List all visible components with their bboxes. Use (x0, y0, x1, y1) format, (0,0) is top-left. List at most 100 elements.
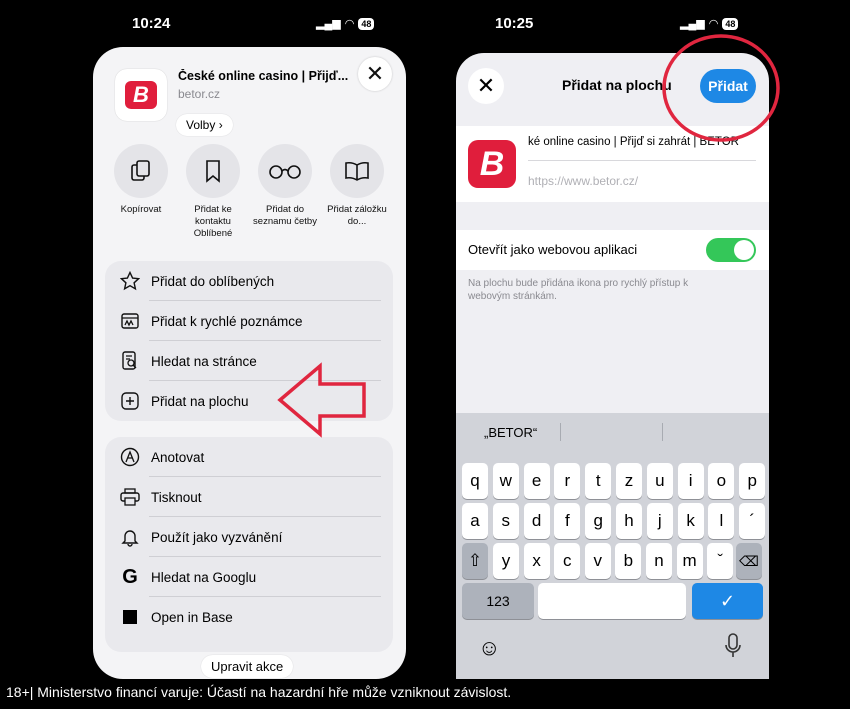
edit-actions-button[interactable]: Upravit akce (201, 655, 294, 678)
battery-icon: 48 (358, 17, 375, 30)
key[interactable]: v (584, 543, 611, 579)
menu-item-label: Přidat k rychlé poznámce (151, 313, 303, 329)
site-icon: B (468, 140, 516, 188)
key[interactable]: h (616, 503, 642, 539)
chevron-right-icon: › (218, 118, 223, 132)
bell-icon (117, 527, 143, 547)
key[interactable]: j (646, 503, 673, 539)
options-button[interactable]: Volby › (176, 114, 233, 136)
add-to-home-sheet: ✕ Přidat na plochu Přidat B ké online ca… (456, 53, 769, 679)
key[interactable]: o (708, 463, 735, 499)
divider (528, 160, 756, 161)
right-status-icons: ▂▄▆ ◠ 48 (680, 17, 739, 30)
menu-item-label: Anotovat (151, 449, 205, 465)
key[interactable]: s (492, 503, 519, 539)
url-field: https://www.betor.cz/ (528, 174, 639, 188)
copy-icon (114, 144, 168, 198)
key[interactable]: e (523, 463, 550, 499)
key[interactable]: ´ (739, 503, 766, 539)
key[interactable]: f (554, 503, 581, 539)
site-icon: B (115, 69, 167, 121)
action-label: Přidat záložku do... (327, 204, 387, 227)
divider (662, 423, 663, 441)
hint-text: Na plochu bude přidána ikona pro rychlý … (468, 278, 689, 302)
page-domain: betor.cz (178, 87, 221, 101)
menu-item-open-in-base[interactable]: Open in Base (117, 597, 381, 637)
key[interactable]: u (646, 463, 673, 499)
menu-item-markup[interactable]: Anotovat (117, 437, 381, 477)
key[interactable]: m (676, 543, 703, 579)
key[interactable]: b (615, 543, 642, 579)
star-icon (117, 271, 143, 291)
shift-key[interactable]: ⇧ (462, 543, 488, 579)
key[interactable]: i (677, 463, 704, 499)
add-square-icon (117, 392, 143, 410)
battery-icon: 48 (722, 17, 739, 30)
suggestion[interactable]: „BETOR“ (484, 425, 537, 440)
key[interactable]: q (462, 463, 488, 499)
divider (560, 423, 561, 441)
action-reading-list[interactable]: Přidat do seznamu četby (249, 144, 321, 228)
wifi-icon: ◠ (708, 18, 719, 30)
key[interactable]: g (585, 503, 612, 539)
key[interactable]: p (739, 463, 766, 499)
key[interactable]: l (708, 503, 735, 539)
menu-item-add-to-favorites[interactable]: Přidat do oblíbených (117, 261, 381, 301)
menu-item-quick-note[interactable]: Přidat k rychlé poznámce (117, 301, 381, 341)
betor-logo: B (125, 81, 157, 109)
menu-item-label: Open in Base (151, 609, 233, 625)
signal-icon: ▂▄▆ (680, 18, 705, 30)
microphone-icon[interactable] (724, 633, 742, 664)
cancel-button[interactable]: ✕ (468, 68, 504, 104)
action-add-bookmark[interactable]: Přidat záložku do... (321, 144, 393, 228)
close-button[interactable]: ✕ (358, 57, 392, 91)
key[interactable]: d (523, 503, 550, 539)
key[interactable]: x (523, 543, 550, 579)
nav-title: Přidat na plochu (562, 77, 672, 93)
options-label: Volby (186, 118, 216, 132)
menu-item-label: Hledat na stránce (151, 353, 257, 369)
action-add-favorites-contact[interactable]: Přidat ke kontaktu Oblíbené (177, 144, 249, 240)
signal-icon: ▂▄▆ (316, 18, 341, 30)
arrow-annotation (277, 362, 366, 438)
close-icon: ✕ (365, 61, 385, 86)
square-icon (117, 610, 143, 624)
key[interactable]: w (492, 463, 519, 499)
shift-icon: ⇧ (467, 551, 483, 570)
action-group-secondary: Anotovat Tisknout Použít jako vyzvánění … (105, 437, 393, 652)
backspace-icon: ⌫ (739, 552, 759, 569)
key[interactable]: c (554, 543, 581, 579)
key[interactable]: k (677, 503, 704, 539)
action-copy[interactable]: Kopírovat (105, 144, 177, 216)
key[interactable]: r (554, 463, 581, 499)
action-label: Kopírovat (120, 204, 162, 215)
menu-item-print[interactable]: Tisknout (117, 477, 381, 517)
menu-item-search-google[interactable]: G Hledat na Googlu (117, 557, 381, 597)
close-icon: ✕ (476, 73, 496, 98)
bookmark-icon (186, 144, 240, 198)
key[interactable]: ˇ (707, 543, 734, 579)
quick-note-icon (117, 313, 143, 329)
numbers-key[interactable]: 123 (462, 583, 534, 619)
menu-item-label: Přidat na plochu (151, 393, 249, 409)
space-key[interactable] (538, 583, 686, 619)
menu-item-label: Přidat do oblíbených (151, 273, 275, 289)
menu-item-label: Tisknout (151, 489, 202, 505)
done-key[interactable]: ✓ (692, 583, 763, 619)
menu-item-use-as-ringtone[interactable]: Použít jako vyzvánění (117, 517, 381, 557)
menu-item-label: Hledat na Googlu (151, 569, 257, 585)
key[interactable]: t (585, 463, 612, 499)
key[interactable]: a (462, 503, 488, 539)
emoji-icon[interactable]: ☺ (478, 635, 500, 661)
action-label: Přidat ke kontaktu Oblíbené (193, 204, 233, 239)
webapp-toggle-row: Otevřít jako webovou aplikaci (456, 230, 769, 270)
backspace-key[interactable]: ⌫ (736, 543, 762, 579)
menu-item-label: Použít jako vyzvánění (151, 529, 283, 545)
right-status-time: 10:25 (495, 15, 534, 32)
key[interactable]: y (493, 543, 519, 579)
wifi-icon: ◠ (344, 18, 355, 30)
key[interactable]: n (646, 543, 672, 579)
key[interactable]: z (616, 463, 642, 499)
google-icon: G (122, 565, 138, 588)
webapp-toggle[interactable] (706, 238, 756, 262)
